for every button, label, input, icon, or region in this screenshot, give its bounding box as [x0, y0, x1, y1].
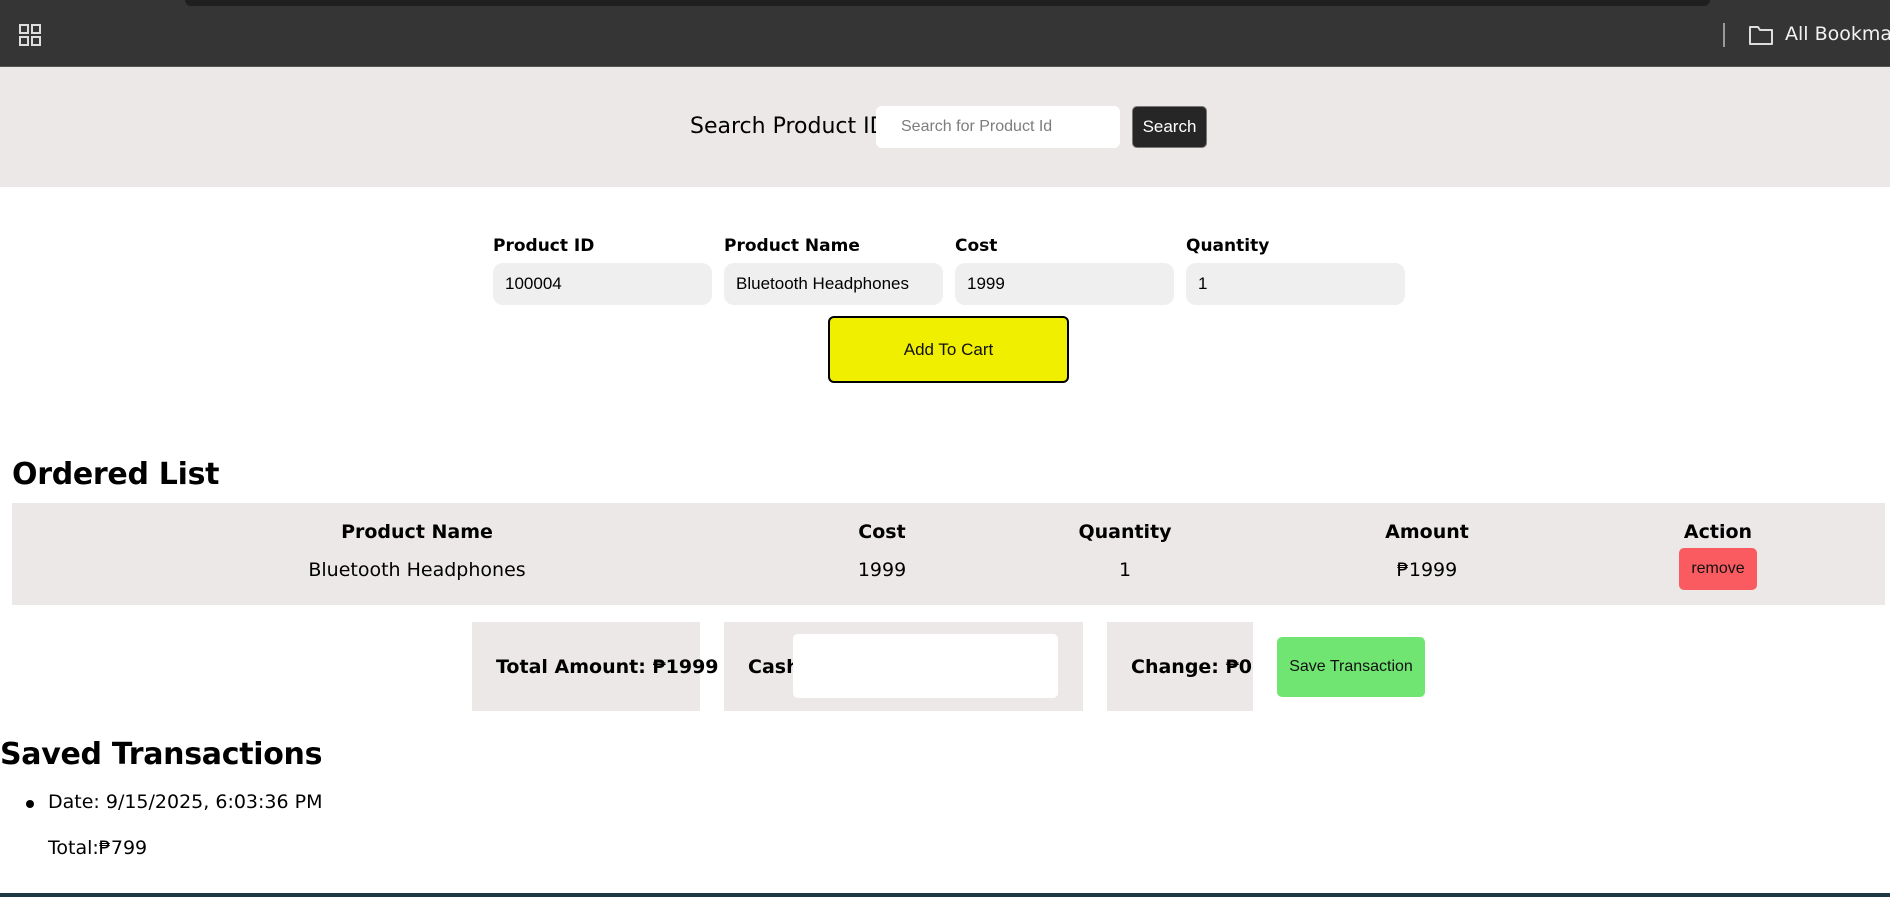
saved-transactions-title: Saved Transactions — [0, 737, 323, 772]
all-bookmarks-link[interactable]: All Bookmarks — [1785, 23, 1890, 45]
column-header-amount: Amount — [1385, 521, 1469, 543]
search-button[interactable]: Search — [1132, 106, 1207, 148]
remove-button[interactable]: remove — [1679, 548, 1757, 590]
change-text: Change: ₱0 — [1131, 656, 1252, 678]
address-bar-edge[interactable] — [185, 0, 1710, 6]
toolbar-divider — [1723, 23, 1725, 47]
cost-field[interactable] — [955, 263, 1174, 305]
quantity-field[interactable] — [1186, 263, 1405, 305]
browser-toolbar: All Bookmarks — [0, 0, 1890, 67]
saved-transaction-total: Total:₱799 — [48, 837, 148, 859]
add-to-cart-button[interactable]: Add To Cart — [828, 316, 1069, 383]
cost-label: Cost — [955, 236, 998, 256]
search-label: Search Product ID — [690, 114, 887, 139]
saved-transactions-list: Date: 9/15/2025, 6:03:36 PM Total:₱799 — [0, 791, 600, 859]
row-cost: 1999 — [857, 559, 907, 581]
bottom-border — [0, 893, 1890, 897]
total-amount-text: Total Amount: ₱1999 — [496, 656, 719, 678]
row-product-name: Bluetooth Headphones — [308, 559, 526, 581]
list-item: Date: 9/15/2025, 6:03:36 PM Total:₱799 — [0, 791, 600, 859]
cash-box: Cash: — [724, 622, 1083, 711]
product-name-label: Product Name — [724, 236, 860, 256]
save-transaction-button[interactable]: Save Transaction — [1277, 637, 1425, 697]
folder-icon[interactable] — [1748, 24, 1774, 46]
apps-grid-icon[interactable] — [19, 24, 41, 46]
row-amount: ₱1999 — [1396, 559, 1458, 581]
column-header-cost: Cost — [858, 521, 906, 543]
product-id-field[interactable] — [493, 263, 712, 305]
product-name-field[interactable] — [724, 263, 943, 305]
ordered-list-table: Product Name Cost Quantity Amount Action… — [12, 503, 1885, 605]
ordered-list-title: Ordered List — [12, 457, 220, 492]
column-header-action: Action — [1683, 521, 1753, 543]
row-quantity: 1 — [1118, 559, 1132, 581]
saved-transaction-date: Date: 9/15/2025, 6:03:36 PM — [48, 791, 323, 813]
column-header-product-name: Product Name — [341, 521, 493, 543]
bullet-icon — [26, 800, 34, 808]
total-amount-box: Total Amount: ₱1999 — [472, 622, 719, 711]
cash-input[interactable] — [793, 634, 1058, 698]
search-section: Search Product ID Search — [0, 67, 1890, 187]
quantity-label: Quantity — [1186, 236, 1270, 256]
search-input[interactable] — [876, 106, 1120, 148]
change-box: Change: ₱0 — [1107, 622, 1253, 711]
column-header-quantity: Quantity — [1078, 521, 1172, 543]
product-id-label: Product ID — [493, 236, 595, 256]
